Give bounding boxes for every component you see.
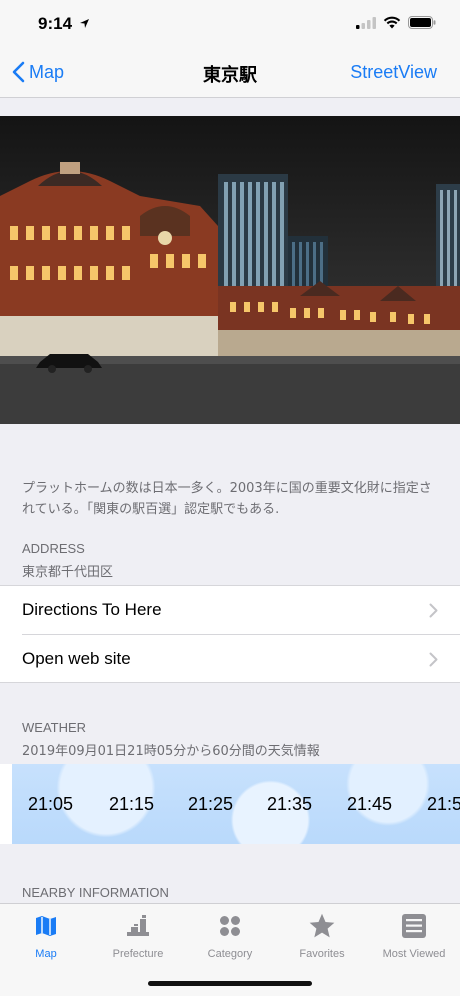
- status-time-label: 9:14: [38, 14, 73, 33]
- weather-timeline[interactable]: 21:05 21:15 21:25 21:35 21:45 21:5: [0, 764, 460, 844]
- chevron-right-icon: [429, 652, 438, 667]
- prefecture-icon: [127, 915, 149, 936]
- tab-favorites[interactable]: Favorites: [276, 910, 368, 968]
- chevron-right-icon: [429, 603, 438, 618]
- category-icon: [220, 916, 240, 936]
- station-photo: [0, 116, 460, 424]
- address-header: ADDRESS: [22, 541, 85, 556]
- weather-time-slot[interactable]: 21:05: [28, 794, 73, 815]
- directions-label: Directions To Here: [22, 600, 162, 619]
- map-icon: [36, 916, 56, 936]
- tab-label: Map: [35, 948, 57, 960]
- weather-time-slot[interactable]: 21:35: [267, 794, 312, 815]
- battery-icon: [408, 16, 436, 29]
- station-description: プラットホームの数は日本一多く。2003年に国の重要文化財に指定されている。「関…: [22, 481, 432, 517]
- tab-prefecture[interactable]: Prefecture: [92, 910, 184, 968]
- navigation-bar: Map 東京駅 StreetView: [0, 50, 460, 98]
- action-list: Directions To Here Open web site: [0, 585, 460, 683]
- cellular-signal-icon: [356, 16, 376, 29]
- home-indicator: [148, 981, 312, 986]
- weather-time-slot[interactable]: 21:5: [427, 794, 460, 815]
- weather-time-slot[interactable]: 21:15: [109, 794, 154, 815]
- address-value: 東京都千代田区: [22, 565, 114, 580]
- weather-time-slot[interactable]: 21:45: [347, 794, 392, 815]
- street-view-button[interactable]: StreetView: [350, 62, 437, 83]
- weather-radar-panel: 21:05 21:15 21:25 21:35 21:45 21:5: [12, 764, 460, 844]
- tab-label: Prefecture: [112, 948, 164, 960]
- tab-map[interactable]: Map: [0, 910, 92, 968]
- open-website-cell[interactable]: Open web site: [0, 635, 460, 683]
- weather-time-slot[interactable]: 21:25: [188, 794, 233, 815]
- status-bar: 9:14: [0, 0, 460, 50]
- location-arrow-icon: [79, 19, 89, 28]
- tab-label: Most Viewed: [382, 948, 446, 960]
- weather-header: WEATHER: [22, 720, 87, 735]
- nearby-header: NEARBY INFORMATION: [22, 885, 169, 900]
- star-icon: [309, 913, 335, 938]
- tab-label: Favorites: [299, 948, 345, 960]
- tab-category[interactable]: Category: [184, 910, 276, 968]
- tab-most-viewed[interactable]: Most Viewed: [368, 910, 460, 968]
- directions-cell[interactable]: Directions To Here: [0, 586, 460, 635]
- tokyo-station-illustration: [0, 162, 460, 424]
- status-time: 9:14: [38, 14, 90, 34]
- list-icon: [402, 914, 426, 938]
- status-icons: [356, 16, 436, 29]
- tab-label: Category: [207, 948, 253, 960]
- weather-subtitle: 2019年09月01日21時05分から60分間の天気情報: [22, 744, 320, 759]
- open-website-label: Open web site: [22, 649, 131, 668]
- wifi-icon: [383, 16, 401, 29]
